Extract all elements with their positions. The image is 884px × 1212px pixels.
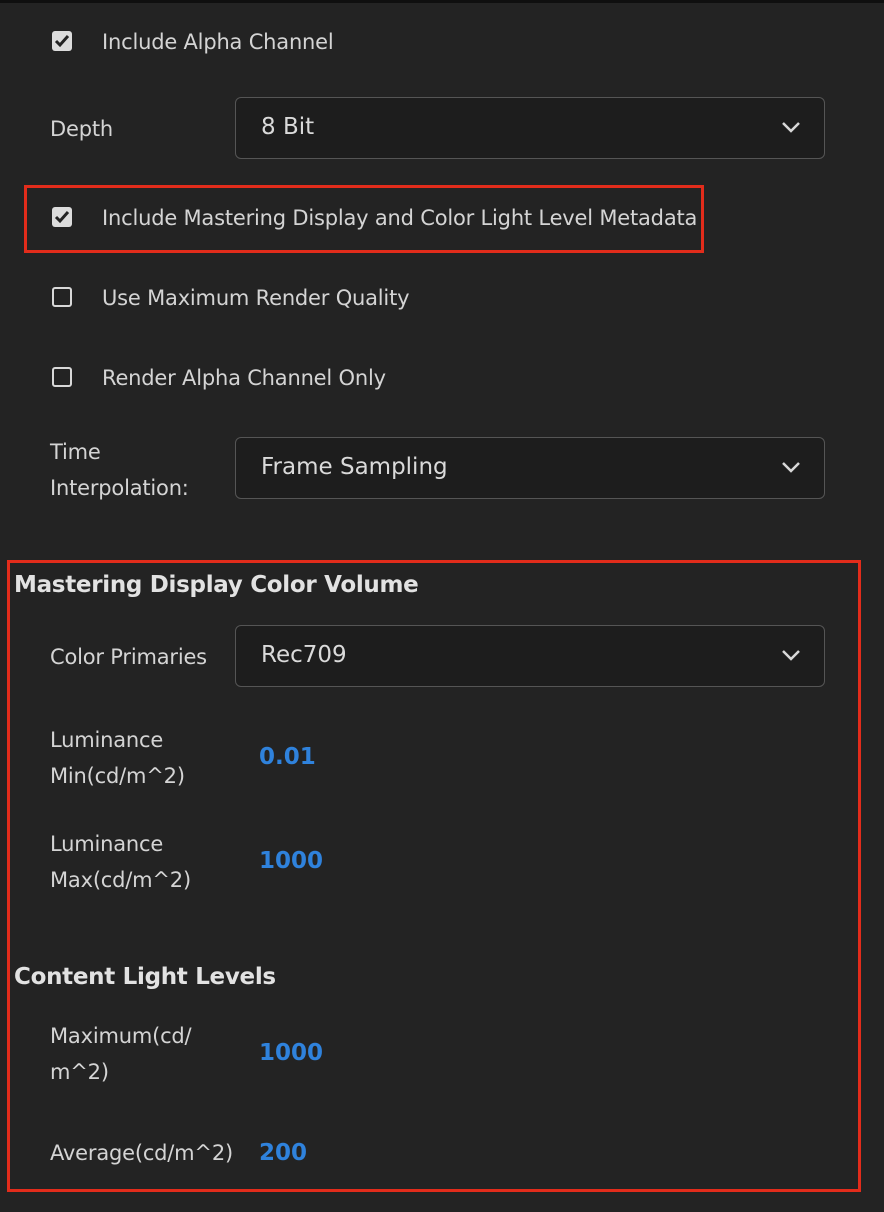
render-alpha-only-checkbox[interactable]: [52, 367, 72, 387]
time-interpolation-label: Time Interpolation:: [50, 434, 230, 506]
color-primaries-value: Rec709: [261, 642, 347, 668]
maximum-label: Maximum(cd/ m^2): [50, 1018, 230, 1090]
include-alpha-label: Include Alpha Channel: [102, 30, 334, 54]
chevron-down-icon: [782, 462, 800, 473]
luminance-min-label-line2: Min(cd/m^2): [50, 764, 185, 788]
time-interpolation-value: Frame Sampling: [261, 454, 448, 480]
depth-value: 8 Bit: [261, 114, 315, 140]
maximum-label-line1: Maximum(cd/: [50, 1024, 192, 1048]
max-render-quality-checkbox[interactable]: [52, 287, 72, 307]
luminance-max-label-line2: Max(cd/m^2): [50, 868, 191, 892]
checkmark-icon: [54, 211, 70, 224]
chevron-down-icon: [782, 650, 800, 661]
top-border: [0, 0, 884, 3]
luminance-max-label: Luminance Max(cd/m^2): [50, 826, 230, 898]
luminance-min-value[interactable]: 0.01: [259, 742, 316, 772]
luminance-min-label: Luminance Min(cd/m^2): [50, 722, 230, 794]
color-primaries-select[interactable]: Rec709: [235, 625, 825, 687]
include-mastering-checkbox[interactable]: [52, 207, 72, 227]
maximum-label-line2: m^2): [50, 1060, 109, 1084]
mastering-section-title: Mastering Display Color Volume: [14, 572, 419, 598]
time-interpolation-label-line1: Time: [50, 440, 101, 464]
depth-select[interactable]: 8 Bit: [235, 97, 825, 159]
maximum-value[interactable]: 1000: [259, 1038, 323, 1068]
luminance-min-label-line1: Luminance: [50, 728, 164, 752]
time-interpolation-label-line2: Interpolation:: [50, 476, 189, 500]
luminance-max-value[interactable]: 1000: [259, 846, 323, 876]
checkmark-icon: [54, 35, 70, 48]
depth-label: Depth: [50, 117, 113, 141]
average-label: Average(cd/m^2): [50, 1141, 233, 1165]
include-alpha-checkbox[interactable]: [52, 31, 72, 51]
color-primaries-label: Color Primaries: [50, 645, 207, 669]
chevron-down-icon: [782, 122, 800, 133]
include-mastering-label: Include Mastering Display and Color Ligh…: [102, 206, 698, 230]
time-interpolation-select[interactable]: Frame Sampling: [235, 437, 825, 499]
luminance-max-label-line1: Luminance: [50, 832, 164, 856]
max-render-quality-label: Use Maximum Render Quality: [102, 286, 410, 310]
content-light-section-title: Content Light Levels: [14, 964, 276, 990]
average-value[interactable]: 200: [259, 1138, 307, 1168]
render-alpha-only-label: Render Alpha Channel Only: [102, 366, 386, 390]
